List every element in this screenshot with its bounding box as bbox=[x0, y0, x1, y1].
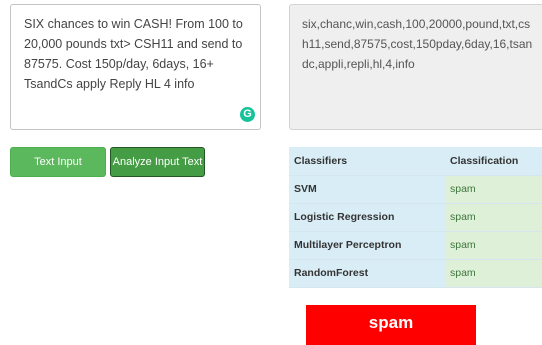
table-header-row: Classifiers Classification bbox=[289, 147, 542, 176]
classification-value: spam bbox=[445, 259, 542, 288]
grammarly-icon[interactable]: G bbox=[240, 107, 255, 122]
table-row: RandomForest spam bbox=[289, 259, 542, 288]
table-row: Logistic Regression spam bbox=[289, 203, 542, 232]
classification-value: spam bbox=[445, 175, 542, 204]
classifier-name: RandomForest bbox=[289, 259, 445, 288]
text-input-cleaning-button[interactable]: Text Input Cleaning bbox=[10, 147, 106, 196]
table-row: Multilayer Perceptron spam bbox=[289, 231, 542, 260]
sms-input-text: SIX chances to win CASH! From 100 to 20,… bbox=[24, 17, 243, 91]
sms-input-textarea[interactable]: SIX chances to win CASH! From 100 to 20,… bbox=[10, 4, 261, 130]
final-verdict-badge: spam bbox=[306, 305, 476, 345]
classification-value: spam bbox=[445, 231, 542, 260]
classifier-name: Logistic Regression bbox=[289, 203, 445, 232]
table-row: SVM spam bbox=[289, 175, 542, 204]
classifier-name: Multilayer Perceptron bbox=[289, 231, 445, 260]
classification-results-table: Classifiers Classification SVM spam Logi… bbox=[289, 147, 542, 288]
cleaned-text-output: six,chanc,win,cash,100,20000,pound,txt,c… bbox=[289, 4, 542, 130]
classifier-name: SVM bbox=[289, 175, 445, 204]
analyze-input-text-button[interactable]: Analyze Input Text bbox=[110, 147, 205, 177]
cleaned-text: six,chanc,win,cash,100,20000,pound,txt,c… bbox=[302, 17, 533, 71]
header-classifiers: Classifiers bbox=[289, 147, 445, 176]
classification-value: spam bbox=[445, 203, 542, 232]
header-classification: Classification bbox=[445, 147, 542, 176]
